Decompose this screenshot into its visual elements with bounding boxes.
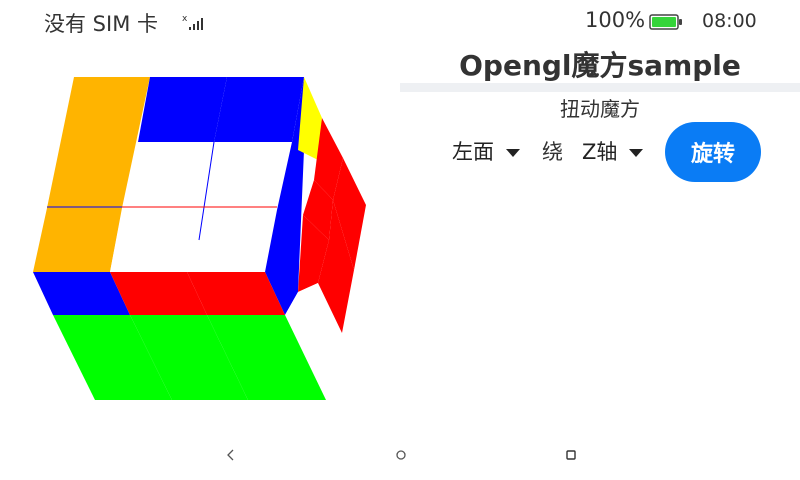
cube-render-view[interactable]: [0, 40, 400, 420]
around-label: 绕: [542, 140, 563, 164]
cube-sticker: [214, 77, 304, 142]
axis-select-value: Z轴: [582, 140, 618, 164]
page-subtitle: 扭动魔方: [560, 97, 640, 121]
signal-icon: x: [182, 14, 203, 30]
cube-sticker: [110, 210, 277, 272]
carrier-label: 没有 SIM 卡: [44, 12, 158, 36]
home-circle-icon[interactable]: [394, 448, 408, 462]
face-select[interactable]: 左面: [452, 136, 520, 166]
title-divider: [400, 83, 800, 92]
face-select-value: 左面: [452, 140, 494, 164]
back-triangle-icon[interactable]: [223, 446, 237, 464]
clock: 08:00: [702, 10, 757, 32]
status-bar: 没有 SIM 卡 x 100% 08:00: [0, 0, 800, 42]
page-title: Opengl魔方sample: [459, 49, 741, 82]
caret-down-icon: [506, 149, 520, 157]
caret-down-icon: [629, 149, 644, 157]
rotate-button[interactable]: 旋转: [665, 122, 761, 182]
svg-text:x: x: [182, 14, 188, 24]
recent-square-icon[interactable]: [564, 448, 578, 462]
cube-sticker: [138, 77, 227, 142]
rubiks-cube-graphic: [33, 77, 366, 400]
cube-sticker: [122, 142, 292, 210]
cube-sticker: [33, 208, 122, 272]
battery-percent: 100%: [585, 8, 646, 32]
battery-icon: [649, 14, 682, 30]
axis-select[interactable]: Z轴: [582, 136, 644, 166]
system-nav-bar: [0, 430, 800, 480]
rotation-controls: 左面 绕 Z轴 旋转: [452, 122, 782, 182]
